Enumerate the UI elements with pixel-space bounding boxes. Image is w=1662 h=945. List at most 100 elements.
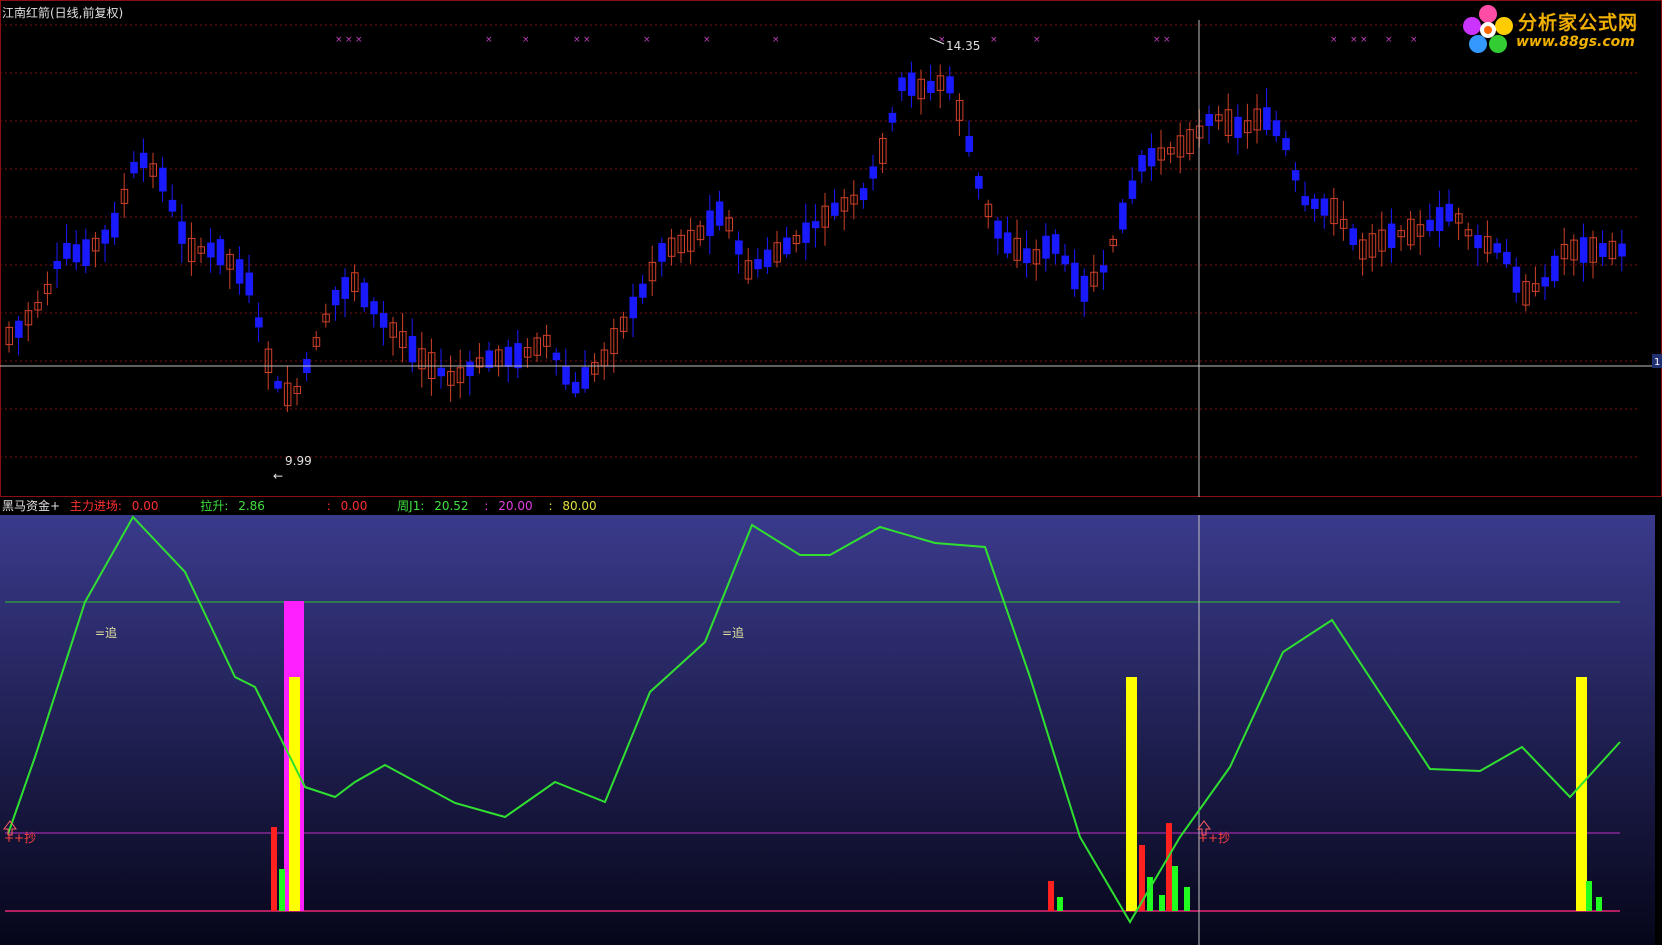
candle-body [178, 221, 186, 244]
signal-bar [1126, 677, 1137, 911]
candle-body [1023, 248, 1031, 264]
candle-body [975, 176, 983, 189]
candle-body [562, 366, 570, 385]
signal-marker: × [1163, 35, 1171, 45]
candle-body [53, 260, 61, 270]
candle-body [245, 272, 253, 296]
candle-body [72, 244, 81, 263]
candle-body [1071, 262, 1079, 290]
candle-body [514, 343, 522, 369]
candle-body [1099, 265, 1108, 273]
lower-level-value: 20.00 [498, 499, 533, 513]
candle-body [1128, 180, 1137, 199]
candle-body [82, 239, 90, 267]
signal-marker: × [1153, 35, 1161, 45]
candle-body [1320, 198, 1329, 216]
candle-body [1387, 223, 1396, 249]
weekly-j1-value: 20.52 [434, 499, 469, 513]
candle-body [1042, 235, 1050, 259]
signal-marker: × [485, 35, 493, 45]
chase-annotation: =追 [95, 625, 117, 640]
candle-body [341, 277, 349, 299]
indicator-name: 黑马资金+ [2, 499, 61, 513]
price-chart-pane[interactable]: × × × × × × × × × × × × × × × × × × × × 14.35 9.99 ← 1 江南红箭(日线,… [0, 0, 1662, 497]
indicator-chart[interactable]: =追 =追 ++抄 ++抄 [0, 497, 1662, 945]
watermark-logo: 分析家公式网 www.88gs.com [1460, 2, 1660, 54]
chart-title: 江南红箭(日线,前复权) [2, 6, 124, 20]
aux-readout: : 0.00 [327, 499, 374, 513]
signal-marker: × [345, 35, 353, 45]
candle-body [1147, 148, 1156, 167]
flow-bar [1147, 877, 1153, 911]
candle-body [658, 243, 666, 262]
candle-body [994, 220, 1002, 239]
signal-marker: × [1330, 35, 1338, 45]
candle-body [485, 350, 493, 369]
lower-level-readout: : 20.00 [484, 499, 538, 513]
candle-body [1205, 114, 1213, 126]
candle-body [370, 301, 378, 315]
candle-body [888, 112, 897, 123]
signal-marker: × [355, 35, 363, 45]
candle-body [139, 152, 148, 169]
candle-body [869, 166, 877, 179]
flow-bar [1166, 823, 1172, 911]
candle-body [1541, 277, 1549, 287]
upper-level-label: : [548, 499, 553, 513]
signal-marker: × [703, 35, 711, 45]
candle-body [1579, 237, 1588, 263]
candle-body [1291, 170, 1300, 181]
candle-body [629, 296, 637, 319]
candle-body [1474, 234, 1482, 249]
signal-marker: × [1410, 35, 1418, 45]
candle-body [735, 240, 743, 255]
candle-body [783, 237, 791, 255]
main-entry-readout: 主力进场: 0.00 [70, 499, 165, 513]
low-price-label: 9.99 [285, 454, 312, 468]
candlestick-chart[interactable]: × × × × × × × × × × × × × × × × × × × ×14.359.99←1 [0, 0, 1662, 497]
candle-body [1272, 120, 1281, 137]
candle-body [715, 201, 724, 226]
upper-level-value: 80.00 [562, 499, 597, 513]
buy-annotation: ++抄 [4, 831, 36, 845]
watermark-title: 分析家公式网 [1518, 12, 1639, 34]
candle-body [111, 212, 119, 238]
high-price-label: 14.35 [946, 39, 980, 53]
main-entry-label: 主力进场: [69, 499, 122, 513]
upper-level-readout: : 80.00 [548, 499, 602, 513]
candle-body [466, 361, 474, 376]
low-pointer-arrow: ← [273, 469, 283, 483]
candle-body [360, 282, 369, 308]
candle-body [706, 210, 714, 236]
weekly-j1-readout: 周J1: 20.52 [397, 499, 474, 513]
indicator-background [0, 515, 1655, 945]
candle-body [437, 367, 445, 377]
pull-up-readout: 拉升: 2.86 [200, 499, 271, 513]
signal-marker: × [522, 35, 530, 45]
candle-body [811, 221, 820, 229]
buy-annotation: ++抄 [1198, 831, 1230, 845]
indicator-pane[interactable]: =追 =追 ++抄 ++抄 黑马资金+ 主力进场: 0.00 拉升: 2.86 : 0… [0, 497, 1662, 945]
candle-body [1426, 219, 1434, 232]
candle-body [63, 242, 71, 259]
pull-up-value: 2.86 [238, 499, 265, 513]
candle-body [255, 317, 263, 328]
flow-bar [1172, 866, 1178, 911]
signal-marker: × [1350, 35, 1358, 45]
chart-frame [0, 0, 1662, 497]
main-entry-value: 0.00 [131, 499, 159, 513]
weekly-j1-label: 周J1: [397, 499, 425, 513]
candle-body [15, 320, 23, 338]
candle-body [754, 259, 762, 270]
candle-body [1301, 196, 1309, 206]
candle-body [1003, 232, 1012, 254]
candle-body [1551, 255, 1559, 282]
candle-body [639, 283, 647, 298]
candle-body [331, 289, 340, 306]
flow-bar [1586, 881, 1592, 911]
flow-bar [279, 869, 285, 911]
pull-up-label: 拉升: [200, 499, 229, 513]
signal-marker: × [335, 35, 343, 45]
candle-body [552, 352, 561, 361]
chase-annotation: =追 [722, 625, 744, 640]
